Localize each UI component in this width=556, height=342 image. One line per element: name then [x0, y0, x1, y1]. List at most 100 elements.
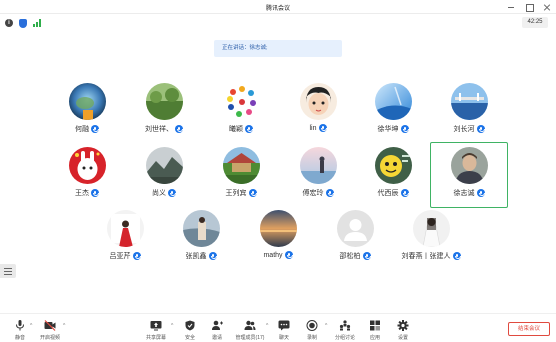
mic-icon	[91, 125, 99, 133]
participant-name: 尚义	[152, 190, 166, 197]
mic-icon	[245, 125, 253, 133]
avatar	[69, 147, 106, 184]
avatar	[223, 147, 260, 184]
participant-tile[interactable]: mathy	[238, 207, 318, 273]
settings-label: 设置	[397, 335, 408, 341]
participant-nameplate: 王列宾	[201, 188, 281, 198]
video-options-chevron-icon[interactable]: ^	[63, 323, 65, 329]
meeting-timer: 42:25	[522, 17, 548, 28]
participant-name: mathy	[263, 251, 283, 259]
mic-icon	[208, 252, 217, 260]
participant-tile[interactable]: 刘世祥、	[124, 80, 204, 146]
signal-icon[interactable]	[33, 19, 43, 27]
microphone-icon	[16, 320, 24, 331]
participant-name: 邵松柏	[339, 253, 361, 260]
breakout-rooms-icon	[339, 320, 351, 331]
participant-name: 曦颖	[229, 126, 243, 133]
participant-tile[interactable]: lin	[278, 80, 358, 146]
participant-name: lin	[309, 124, 317, 132]
participant-nameplate: 代西辰	[353, 188, 433, 198]
window-title: 腾讯会议	[265, 6, 290, 12]
chat-icon	[278, 320, 290, 331]
participant-name: 张凯鑫	[185, 253, 207, 260]
avatar	[451, 147, 488, 184]
sidebar-toggle-button[interactable]	[0, 264, 16, 278]
maximize-icon[interactable]	[524, 2, 534, 12]
title-bar: 腾讯会议	[0, 0, 556, 14]
members-icon	[244, 320, 256, 330]
avatar	[146, 147, 183, 184]
participant-nameplate: 邵松柏	[315, 251, 395, 261]
participant-tile[interactable]: 王杰	[47, 144, 127, 210]
avatar	[183, 210, 220, 247]
video-button[interactable]: 开启视频	[32, 318, 68, 342]
participant-tile[interactable]: 张凯鑫	[161, 207, 241, 273]
participant-tile[interactable]: 邵松柏	[315, 207, 395, 273]
mic-icon	[284, 251, 293, 259]
participant-tile[interactable]: 何融	[47, 80, 127, 146]
speaking-indicator: 正在讲话：徐志诚;	[214, 40, 342, 57]
avatar	[451, 83, 488, 120]
participant-tile-active-speaker[interactable]: 徐志诚	[430, 142, 508, 208]
participant-nameplate: 尚义	[124, 188, 204, 198]
avatar	[337, 210, 374, 247]
mic-icon	[400, 189, 409, 197]
mic-icon	[91, 189, 99, 197]
participant-name: 徐华坤	[377, 126, 399, 133]
participant-name: 傅宏玲	[302, 190, 324, 197]
participant-nameplate: 刘长河	[429, 124, 509, 134]
participant-tile[interactable]: 曦颖	[201, 80, 281, 146]
mic-icon	[175, 125, 183, 133]
mic-icon	[318, 124, 327, 132]
avatar	[223, 83, 260, 120]
minimize-icon[interactable]	[506, 2, 516, 12]
mic-icon	[452, 252, 461, 260]
participant-tile[interactable]: 王列宾	[201, 144, 281, 210]
apps-icon	[370, 320, 380, 331]
avatar	[413, 210, 450, 247]
mic-icon	[325, 189, 334, 197]
participant-name: 刘春燕丨张建人	[401, 253, 451, 260]
participant-nameplate: mathy	[238, 251, 318, 259]
shield-icon	[185, 320, 195, 331]
participant-name: 刘世祥、	[145, 126, 173, 133]
participant-nameplate: 徐志诚	[431, 188, 507, 198]
participant-name: 何融	[75, 126, 89, 133]
mic-icon	[132, 252, 141, 260]
participant-nameplate: 曦颖	[201, 124, 281, 134]
record-icon	[306, 320, 318, 331]
end-meeting-button[interactable]: 结束会议	[508, 322, 550, 336]
participant-name: 代西辰	[377, 190, 399, 197]
participant-tile[interactable]: 尚义	[124, 144, 204, 210]
avatar	[375, 147, 412, 184]
participant-nameplate: 张凯鑫	[161, 251, 241, 261]
mic-icon	[400, 125, 409, 133]
avatar	[375, 83, 412, 120]
participant-tile[interactable]: 徐华坤	[353, 80, 433, 146]
add-user-icon	[212, 320, 223, 330]
participant-nameplate: 吕亚芹	[85, 251, 165, 261]
participant-name: 王杰	[75, 190, 89, 197]
participant-tile[interactable]: 刘春燕丨张建人	[391, 207, 471, 273]
window-controls	[506, 2, 552, 12]
shield-icon[interactable]	[19, 19, 27, 28]
avatar	[300, 83, 337, 120]
participant-nameplate: 傅宏玲	[278, 188, 358, 198]
participant-tile[interactable]: 吕亚芹	[85, 207, 165, 273]
participant-tile[interactable]: 代西辰	[353, 144, 433, 210]
gear-icon	[397, 320, 409, 331]
share-screen-icon	[150, 321, 162, 331]
mic-icon	[248, 189, 257, 197]
participant-name: 王列宾	[225, 190, 247, 197]
close-icon[interactable]	[542, 2, 552, 12]
settings-button[interactable]: 设置	[385, 318, 421, 342]
mic-icon	[476, 189, 485, 197]
camera-off-icon	[44, 320, 56, 331]
participant-nameplate: 徐华坤	[353, 124, 433, 134]
info-icon[interactable]: i	[5, 19, 13, 27]
avatar	[146, 83, 183, 120]
participant-tile[interactable]: 刘长河	[429, 80, 509, 146]
participant-tile[interactable]: 傅宏玲	[278, 144, 358, 210]
avatar	[260, 210, 297, 247]
participant-name: 吕亚芹	[109, 253, 131, 260]
